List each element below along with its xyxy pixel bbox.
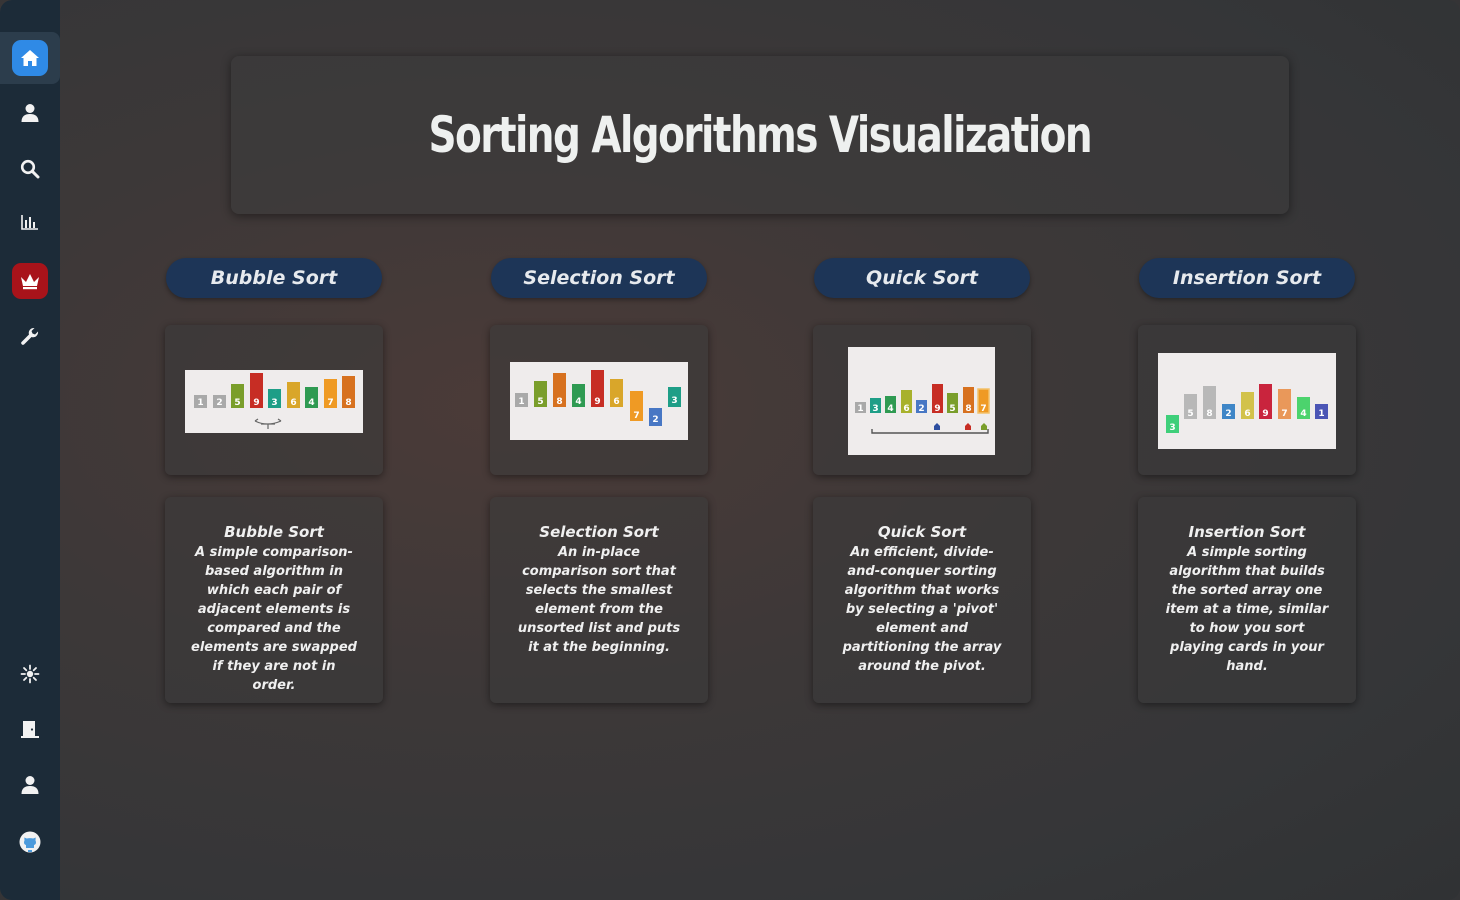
description-title: Selection Sort: [539, 523, 659, 541]
bar-label: 4: [887, 404, 893, 414]
bar-label: 2: [216, 398, 222, 408]
sidebar-item-theme[interactable]: [0, 648, 60, 700]
bar-label: 4: [1300, 409, 1306, 419]
description-title: Insertion Sort: [1188, 523, 1306, 541]
bar-label: 9: [934, 404, 940, 414]
bar-label: 5: [949, 404, 955, 414]
tab-label: Quick Sort: [866, 267, 978, 289]
description-text: A simple sorting algorithm that builds t…: [1165, 545, 1329, 674]
tab-label: Selection Sort: [523, 267, 675, 289]
sidebar-item-logout[interactable]: [0, 703, 60, 755]
bar-label: 9: [253, 398, 259, 408]
bar-label: 6: [1244, 409, 1250, 419]
sidebar-item-premium[interactable]: [0, 255, 60, 307]
bubble-sort-description-card: Bubble Sort A simple comparison-based al…: [165, 497, 383, 703]
wrench-icon: [20, 327, 40, 347]
description-title: Quick Sort: [877, 523, 967, 541]
insertion-sort-description-card: Insertion Sort A simple sorting algorith…: [1138, 497, 1356, 703]
profile-icon: [21, 775, 39, 795]
description-text: An efficient, divide-and-conquer sorting…: [842, 545, 1002, 674]
quick-sort-visual-card: 1 3 4 6 2 9 5 8 7: [813, 325, 1031, 475]
page-title: Sorting Algorithms Visualization: [428, 106, 1093, 164]
sidebar-item-github[interactable]: [0, 816, 60, 868]
bar-label: 1: [857, 404, 863, 414]
insertion-sort-illustration: 3 5 8 2 6 9 7 4 1: [1158, 353, 1336, 449]
description-text: A simple comparison-based algorithm in w…: [191, 545, 357, 693]
bar-label: 1: [1318, 409, 1324, 419]
home-icon: [12, 40, 48, 76]
bar-label: 3: [1169, 423, 1175, 433]
selection-sort-illustration: 1 5 8 4 9 6 7 2 3: [510, 362, 688, 440]
sidebar: [0, 0, 60, 900]
tab-label: Bubble Sort: [210, 267, 338, 289]
bar-label: 6: [290, 398, 296, 408]
bar-label: 5: [1187, 409, 1193, 419]
bar-label: 3: [872, 404, 878, 414]
bar-label: 1: [518, 397, 524, 407]
tab-insertion-sort[interactable]: Insertion Sort: [1139, 258, 1355, 298]
bar-label: 9: [594, 397, 600, 407]
bar-label: 5: [537, 397, 543, 407]
sidebar-item-search[interactable]: [0, 143, 60, 195]
tab-label: Insertion Sort: [1172, 267, 1322, 289]
search-icon: [20, 159, 40, 179]
tab-selection-sort[interactable]: Selection Sort: [491, 258, 707, 298]
bar-label: 3: [271, 398, 277, 408]
bar-label: 2: [652, 415, 658, 425]
bar-label: 7: [633, 411, 639, 421]
title-panel: Sorting Algorithms Visualization: [231, 56, 1289, 214]
bar-label: 5: [234, 398, 240, 408]
github-icon: [19, 831, 41, 853]
bars: 1 2 5 9 3 6 4 7 8: [194, 373, 355, 408]
bar-label: 9: [1262, 409, 1268, 419]
bar-label: 8: [556, 397, 562, 407]
pointer-marker: [934, 423, 940, 430]
bar-label: 4: [575, 397, 581, 407]
bar-label: 2: [918, 404, 924, 414]
sidebar-item-home[interactable]: [0, 32, 60, 84]
description-title: Bubble Sort: [224, 523, 324, 541]
door-exit-icon: [20, 719, 40, 739]
tab-quick-sort[interactable]: Quick Sort: [814, 258, 1030, 298]
sun-icon: [20, 664, 40, 684]
crown-icon: [12, 263, 48, 299]
sidebar-item-user[interactable]: [0, 87, 60, 139]
bar-label: 8: [1206, 409, 1212, 419]
tab-bubble-sort[interactable]: Bubble Sort: [166, 258, 382, 298]
bar-label: 8: [345, 398, 351, 408]
selection-sort-description-card: Selection Sort An in-place comparison so…: [490, 497, 708, 703]
quick-sort-illustration: 1 3 4 6 2 9 5 8 7: [848, 347, 995, 455]
user-icon: [21, 103, 39, 123]
bar-label: 7: [1281, 409, 1287, 419]
bubble-sort-visual-card: 1 2 5 9 3 6 4 7 8: [165, 325, 383, 475]
bar-label: 3: [671, 396, 677, 406]
bubble-sort-illustration: 1 2 5 9 3 6 4 7 8: [185, 370, 363, 433]
sidebar-item-charts[interactable]: [0, 196, 60, 248]
bar-label: 4: [308, 398, 314, 408]
bar-label: 7: [980, 404, 986, 414]
pointer-marker: [965, 423, 971, 430]
bar-label: 8: [965, 404, 971, 414]
swap-arrow: [254, 418, 282, 429]
sidebar-item-profile[interactable]: [0, 759, 60, 811]
bar-label: 6: [903, 404, 909, 414]
bar-label: 6: [613, 397, 619, 407]
bar-label: 2: [1225, 409, 1231, 419]
description-text: An in-place comparison sort that selects…: [517, 545, 681, 655]
app-window: Sorting Algorithms Visualization Bubble …: [0, 0, 1460, 900]
pointer-marker: [981, 423, 987, 430]
sidebar-item-tools[interactable]: [0, 311, 60, 363]
insertion-sort-visual-card: 3 5 8 2 6 9 7 4 1: [1138, 325, 1356, 475]
bar-chart-icon: [21, 214, 39, 230]
quick-sort-description-card: Quick Sort An efficient, divide-and-conq…: [813, 497, 1031, 703]
selection-sort-visual-card: 1 5 8 4 9 6 7 2 3: [490, 325, 708, 475]
bar-label: 7: [327, 398, 333, 408]
bar-label: 1: [197, 398, 203, 408]
